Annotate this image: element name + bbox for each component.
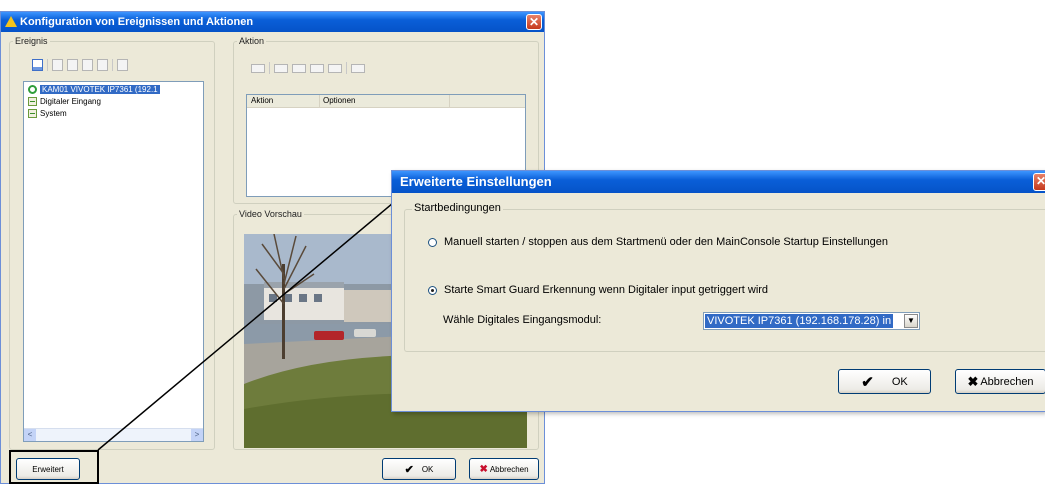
dialog-ok-button[interactable]: ✔ OK <box>838 369 931 394</box>
module-label-row: Wähle Digitales Eingangsmodul: <box>443 314 601 326</box>
radio-button-digital[interactable] <box>428 285 437 295</box>
radio-digital-label: Starte Smart Guard Erkennung wenn Digita… <box>444 284 769 296</box>
dialog-ok-label: OK <box>891 375 908 388</box>
digital-input-module-select[interactable]: VIVOTEK IP7361 (192.168.178.28) in ▼ <box>703 312 920 330</box>
dialog-title-bar: Erweiterte Einstellungen ✕ <box>392 171 1045 193</box>
callout-line <box>97 197 400 451</box>
module-label: Wähle Digitales Eingangsmodul: <box>443 314 602 326</box>
chevron-down-icon[interactable]: ▼ <box>904 314 918 328</box>
dialog-title: Erweiterte Einstellungen <box>400 174 552 189</box>
checkmark-icon: ✔ <box>861 373 874 391</box>
radio-manual-label: Manuell starten / stoppen aus dem Startm… <box>444 236 888 248</box>
radio-button-manual[interactable] <box>428 237 437 247</box>
radio-digital-start[interactable]: Starte Smart Guard Erkennung wenn Digita… <box>428 284 768 296</box>
start-conditions-label: Startbedingungen <box>412 202 503 214</box>
start-conditions-group: Startbedingungen <box>404 202 1045 352</box>
dialog-close-button[interactable]: ✕ <box>1033 173 1045 191</box>
dialog-cancel-label: Abbrechen <box>980 375 1034 388</box>
dialog-cancel-button[interactable]: ✖ Abbrechen <box>955 369 1045 394</box>
cancel-x-icon: ✖ <box>967 373 979 389</box>
module-select-value: VIVOTEK IP7361 (192.168.178.28) in <box>705 314 894 328</box>
radio-manual-start[interactable]: Manuell starten / stoppen aus dem Startm… <box>428 236 888 248</box>
advanced-settings-dialog: Erweiterte Einstellungen ✕ Startbedingun… <box>391 170 1045 412</box>
